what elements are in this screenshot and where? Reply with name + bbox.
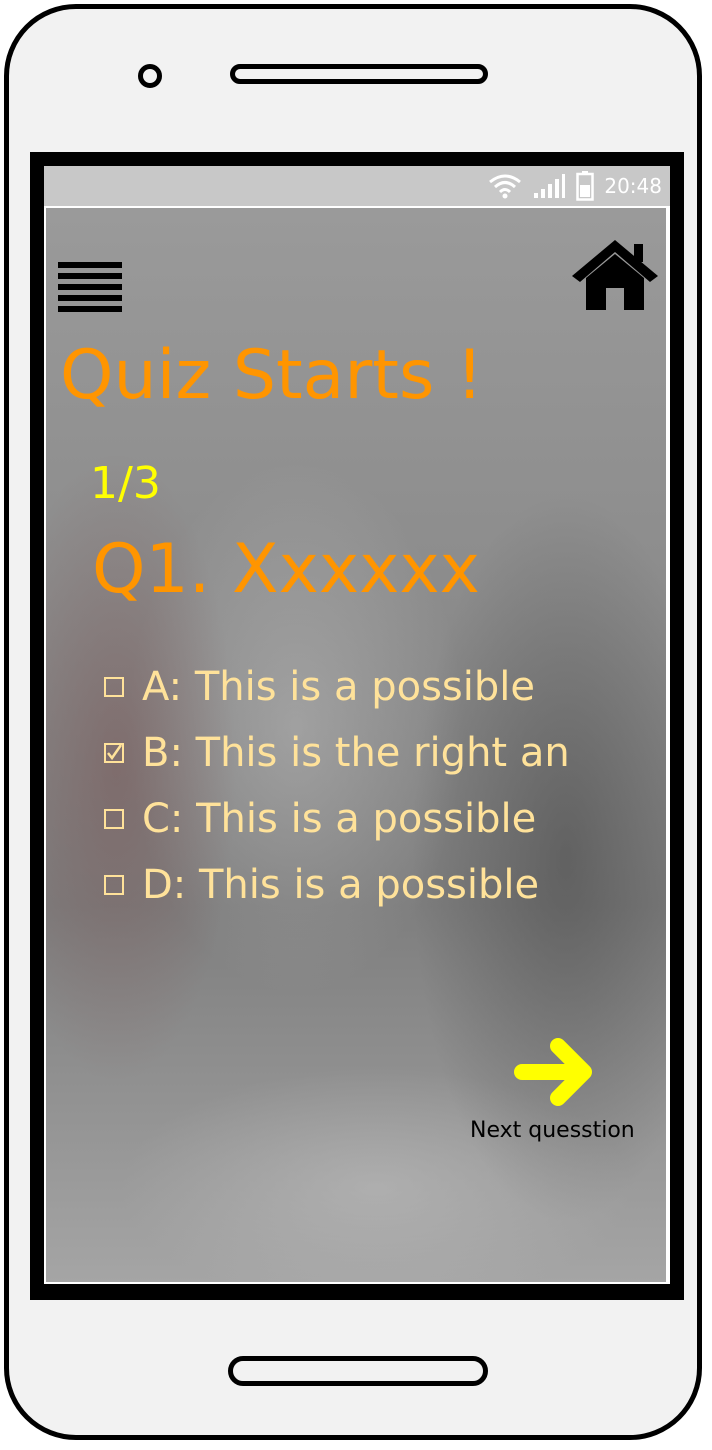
phone-mockup: 20:48 Quiz Starts ! 1/3 Q1. Xxxxxx A: Th…: [0, 0, 712, 1450]
page-title: Quiz Starts !: [60, 336, 484, 415]
answer-options: A: This is a possible B: This is the rig…: [104, 654, 664, 918]
signal-icon: [534, 174, 566, 198]
answer-option-c[interactable]: C: This is a possible: [104, 786, 664, 852]
answer-option-label: C: This is a possible: [142, 796, 537, 842]
answer-option-b[interactable]: B: This is the right an: [104, 720, 664, 786]
answer-option-label: D: This is a possible: [142, 862, 540, 908]
phone-screen: 20:48 Quiz Starts ! 1/3 Q1. Xxxxxx A: Th…: [44, 166, 670, 1284]
status-indicators: 20:48: [488, 171, 662, 201]
home-button-slot: [228, 1356, 488, 1386]
next-question-label[interactable]: Next quesstion: [470, 1118, 635, 1143]
question-text: Q1. Xxxxxx: [92, 530, 480, 609]
checkbox-unchecked-icon[interactable]: [104, 677, 124, 697]
answer-option-label: A: This is a possible: [142, 664, 535, 710]
answer-option-label: B: This is the right an: [142, 730, 570, 776]
status-time: 20:48: [604, 174, 662, 198]
quiz-content: Quiz Starts ! 1/3 Q1. Xxxxxx A: This is …: [46, 208, 666, 1282]
status-bar: 20:48: [44, 166, 670, 206]
question-progress: 1/3: [90, 458, 161, 509]
home-icon[interactable]: [570, 238, 660, 312]
checkbox-checked-icon[interactable]: [104, 743, 124, 763]
earpiece-speaker: [230, 64, 488, 84]
answer-option-d[interactable]: D: This is a possible: [104, 852, 664, 918]
right-arrow-icon[interactable]: [514, 1030, 598, 1114]
answer-option-a[interactable]: A: This is a possible: [104, 654, 664, 720]
checkbox-unchecked-icon[interactable]: [104, 809, 124, 829]
front-camera: [138, 64, 162, 88]
battery-icon: [576, 171, 595, 201]
wifi-icon: [489, 174, 522, 199]
checkbox-unchecked-icon[interactable]: [104, 875, 124, 895]
hamburger-menu-icon[interactable]: [58, 262, 124, 314]
